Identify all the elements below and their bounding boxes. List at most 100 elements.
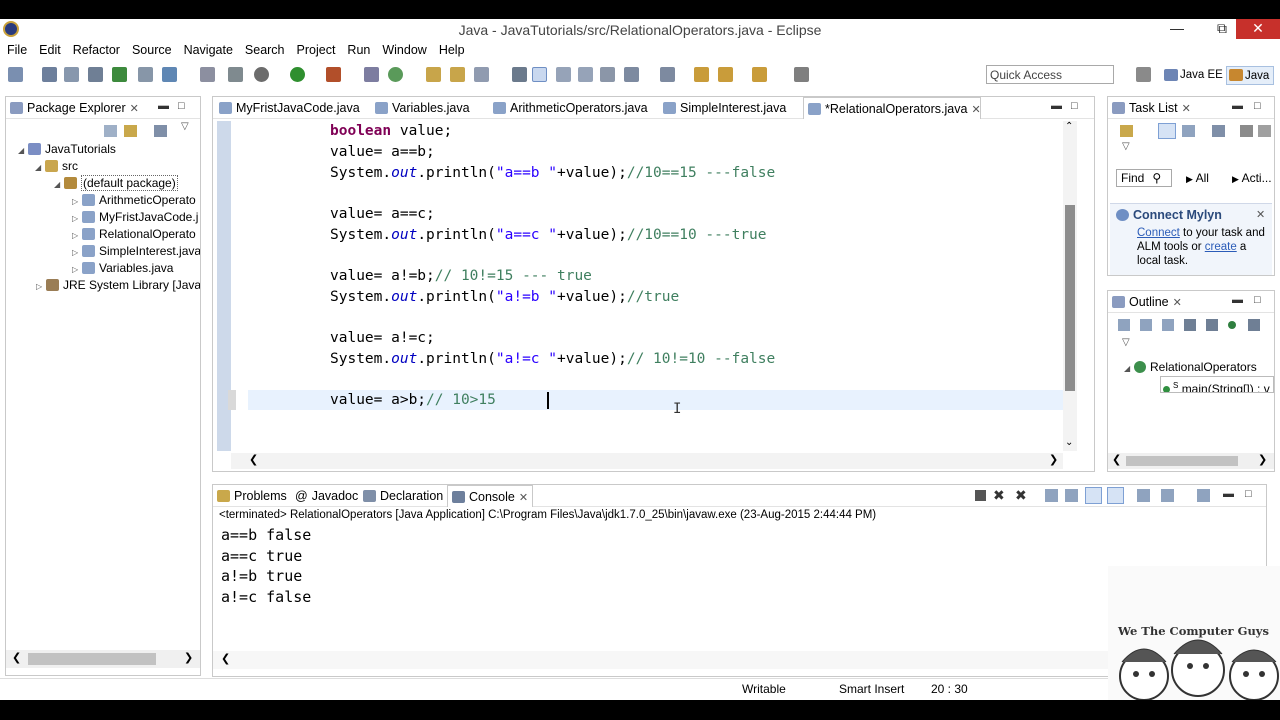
show-stdout-icon[interactable] [1085, 487, 1102, 504]
close-icon[interactable]: ✕ [1173, 297, 1182, 309]
hide-static-icon[interactable] [1184, 319, 1196, 331]
hide-nonpublic-icon[interactable] [1206, 319, 1218, 331]
maximize-icon[interactable]: □ [178, 100, 185, 112]
tab-declaration[interactable]: Declaration [363, 485, 443, 507]
minimize-icon[interactable]: ▬ [1051, 100, 1062, 112]
debug-icon[interactable] [254, 67, 269, 82]
save-icon[interactable] [42, 67, 57, 82]
print-icon[interactable] [88, 67, 103, 82]
view-menu-icon[interactable]: ▽ [1122, 337, 1130, 348]
toggle-mark-occurrences-icon[interactable] [512, 67, 527, 82]
maximize-icon[interactable]: □ [1071, 100, 1078, 112]
snippet-icon[interactable] [200, 67, 215, 82]
hide-fields-icon[interactable] [1162, 319, 1174, 331]
tree-item-file[interactable]: ▷ ArithmeticOperato [72, 192, 200, 209]
code-editor[interactable]: boolean value; value= a==b; System.out.p… [213, 121, 1063, 451]
prev-annotation-icon[interactable] [660, 67, 675, 82]
publish-icon[interactable] [112, 67, 127, 82]
filter-all-link[interactable]: ▶ All [1186, 171, 1209, 185]
open-perspective-icon[interactable] [1136, 67, 1151, 82]
menu-window[interactable]: Window [382, 41, 426, 59]
maximize-icon[interactable]: □ [1254, 294, 1261, 306]
new-icon[interactable] [8, 67, 23, 82]
hide-completed-icon[interactable] [1240, 125, 1253, 137]
remove-all-icon[interactable]: ✖ [1015, 487, 1027, 504]
close-icon[interactable]: ✕ [1182, 103, 1191, 115]
quick-access-input[interactable]: Quick Access [986, 65, 1114, 84]
block-selection-icon[interactable] [578, 67, 593, 82]
tree-item-file[interactable]: ▷ Variables.java [72, 260, 200, 277]
find-input[interactable]: Find ⚲ [1116, 169, 1172, 187]
tree-item-file[interactable]: ▷ MyFristJavaCode.j [72, 209, 200, 226]
terminate-icon[interactable] [975, 490, 986, 501]
tree-item-src[interactable]: ◢ src [35, 158, 78, 175]
minimize-icon[interactable]: ▬ [1232, 100, 1243, 112]
scroll-left-icon[interactable]: ❮ [221, 652, 230, 665]
scroll-right-icon[interactable]: ❯ [1258, 453, 1267, 466]
toggle-highlight-icon[interactable] [532, 67, 547, 82]
outline-horizontal-scrollbar[interactable]: ❮ ❯ [1108, 453, 1274, 469]
close-icon[interactable]: ✕ [971, 104, 980, 116]
tab-task-list[interactable]: Task List ✕ [1112, 97, 1191, 119]
external-tools-icon[interactable] [326, 67, 341, 82]
scroll-right-icon[interactable]: ❯ [1049, 453, 1058, 466]
menu-search[interactable]: Search [245, 41, 285, 59]
menu-source[interactable]: Source [132, 41, 172, 59]
maximize-icon[interactable]: □ [1254, 100, 1261, 112]
save-all-icon[interactable] [64, 67, 79, 82]
outline-method-item[interactable]: S main(String[]) : v [1160, 376, 1274, 393]
scheduled-icon[interactable] [1182, 125, 1195, 137]
tab-arithmeticoperators[interactable]: ArithmeticOperators.java [493, 97, 648, 119]
scrollbar-thumb[interactable] [1065, 205, 1075, 391]
task-icon[interactable] [162, 67, 177, 82]
scroll-lock-icon[interactable] [1045, 489, 1058, 502]
scroll-left-icon[interactable]: ❮ [12, 651, 21, 664]
search-icon[interactable] [474, 67, 489, 82]
connect-link[interactable]: Connect [1137, 227, 1180, 239]
focus-icon[interactable] [1212, 125, 1225, 137]
collapse-icon[interactable] [1258, 125, 1271, 137]
close-icon[interactable]: ✕ [130, 103, 139, 115]
tab-problems[interactable]: Problems [217, 485, 287, 507]
tab-relationaloperators[interactable]: *RelationalOperators.java ✕ [803, 97, 981, 119]
minimize-button[interactable]: — [1163, 19, 1191, 39]
next-annotation-icon[interactable] [624, 67, 639, 82]
remove-launch-icon[interactable]: ✖ [993, 487, 1005, 504]
open-resource-icon[interactable] [450, 67, 465, 82]
outline-class-item[interactable]: ◢ RelationalOperators [1124, 359, 1274, 376]
back-icon[interactable] [718, 67, 733, 82]
maximize-icon[interactable]: □ [1245, 488, 1252, 500]
tab-outline[interactable]: Outline ✕ [1112, 291, 1182, 313]
menu-run[interactable]: Run [347, 41, 370, 59]
tree-item-file[interactable]: ▷ RelationalOperato [72, 226, 200, 243]
view-menu-icon[interactable]: ▽ [181, 121, 189, 132]
menu-edit[interactable]: Edit [39, 41, 61, 59]
tab-package-explorer[interactable]: Package Explorer ✕ [10, 97, 139, 119]
minimize-icon[interactable]: ▬ [158, 100, 169, 112]
tree-item-default-package[interactable]: ◢ (default package) [54, 175, 178, 192]
minimize-icon[interactable]: ▬ [1232, 294, 1243, 306]
tab-variables[interactable]: Variables.java [375, 97, 470, 119]
close-icon[interactable]: ✕ [519, 492, 528, 504]
last-edit-icon[interactable] [694, 67, 709, 82]
tree-item-jre[interactable]: ▷JRE System Library [JavaSE [36, 277, 200, 294]
tab-javadoc[interactable]: @ Javadoc [295, 485, 358, 507]
create-link[interactable]: create [1205, 241, 1237, 253]
tree-item-project[interactable]: ◢ JavaTutorials [18, 141, 116, 158]
run-icon[interactable] [290, 67, 305, 82]
sort-icon[interactable] [1140, 319, 1152, 331]
tab-myfristjavacode[interactable]: MyFristJavaCode.java [219, 97, 360, 119]
whitespace-icon[interactable] [556, 67, 571, 82]
menu-file[interactable]: File [7, 41, 27, 59]
link-icon[interactable] [1248, 319, 1260, 331]
show-stderr-icon[interactable] [1107, 487, 1124, 504]
focus-icon[interactable] [154, 125, 167, 137]
vertical-scrollbar[interactable]: ⌃ ⌄ [1063, 121, 1077, 451]
show-whitespace-icon[interactable] [600, 67, 615, 82]
minimize-icon[interactable]: ▬ [1223, 488, 1234, 500]
scroll-left-icon[interactable]: ❮ [249, 453, 258, 466]
build-icon[interactable] [138, 67, 153, 82]
link-with-editor-icon[interactable] [124, 125, 137, 137]
scrollbar-thumb[interactable] [28, 653, 156, 665]
categorized-icon[interactable] [1158, 123, 1176, 139]
